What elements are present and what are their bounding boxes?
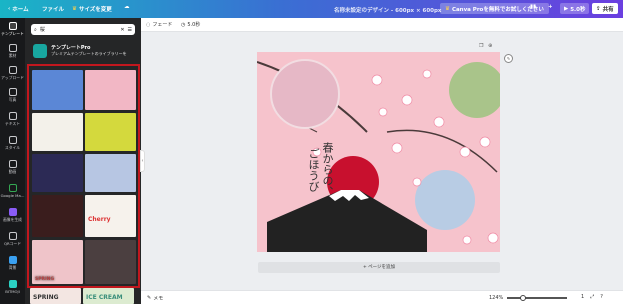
rail-item-generate[interactable]: 画像を生成 [0, 208, 25, 223]
zoom-label: 124% [489, 295, 504, 301]
pro-banner-desc: プレミアムテンプレートのライブラリーを [51, 51, 127, 56]
crown-icon: ♛ [72, 6, 77, 12]
template-thumb[interactable] [85, 70, 136, 110]
template-thumb[interactable]: SPRING [32, 240, 83, 284]
rail-item-videos[interactable]: 動画 [0, 160, 25, 175]
rail-item-templates[interactable]: テンプレート [0, 22, 25, 37]
notes-icon: ✎ [147, 295, 152, 301]
upload-icon [8, 66, 17, 74]
play-button[interactable]: ▶ 5.0秒 [560, 3, 590, 14]
page-count-icon[interactable]: 1 [581, 294, 584, 300]
top-bar: ‹ ホーム ファイル ♛ サイズを変更 ☁ 名称未設定のデザイン - 600px… [0, 0, 623, 18]
fullscreen-icon[interactable]: ⤢ [590, 294, 594, 300]
add-people-icon[interactable]: + [548, 4, 553, 10]
cloud-save-icon[interactable]: ☁ [124, 4, 130, 10]
template-thumb[interactable] [85, 113, 136, 151]
template-thumb[interactable] [32, 154, 83, 192]
clock-icon: ◷ [181, 21, 186, 28]
upload-icon: ⇪ [596, 5, 601, 12]
rail-item-styles[interactable]: スタイル [0, 136, 25, 151]
zoom-slider[interactable] [507, 295, 567, 301]
elements-icon [8, 44, 17, 52]
video-icon [8, 160, 17, 168]
help-icon[interactable]: ? [600, 294, 603, 300]
add-page-button[interactable]: + ページを追加 [258, 262, 500, 273]
home-button[interactable]: ‹ ホーム [8, 5, 29, 13]
search-input[interactable]: 桜 [40, 26, 118, 33]
template-thumb[interactable] [32, 113, 83, 151]
maps-icon [8, 184, 17, 192]
canvas-text-line1[interactable]: 春からの、 [321, 142, 334, 197]
rail-item-photos[interactable]: 写真 [0, 88, 25, 103]
template-thumb[interactable] [32, 195, 83, 237]
template-thumb[interactable] [32, 70, 83, 110]
template-grid: Cherry SPRING [27, 64, 140, 288]
generate-icon [8, 208, 17, 216]
crown-icon: ♛ [445, 5, 450, 12]
rail-item-uploads[interactable]: アップロード [0, 66, 25, 81]
play-icon: ▶ [564, 5, 569, 12]
photo-icon [8, 88, 17, 96]
left-rail: テンプレート 素材 アップロード 写真 テキスト スタイル 動画 Google … [0, 18, 25, 304]
template-thumb[interactable]: ICE CREAM [83, 288, 134, 304]
pro-banner[interactable]: テンプレートPro プレミアムテンプレートのライブラリーを [33, 42, 137, 62]
search-icon: ⌕ [34, 26, 37, 33]
template-thumb[interactable] [85, 154, 136, 192]
timer-button[interactable]: ◷ 5.0秒 [181, 21, 200, 29]
page-actions: ❐ ⊕ [479, 43, 492, 49]
file-menu[interactable]: ファイル [42, 5, 64, 13]
template-thumb[interactable] [85, 240, 136, 284]
bitmoji-icon [8, 280, 17, 288]
design-canvas[interactable]: 春からの、 ごほうび [257, 52, 500, 252]
rail-item-elements[interactable]: 素材 [0, 44, 25, 59]
search-bar[interactable]: ⌕ 桜 ✕ ☰ [31, 24, 135, 35]
style-icon [8, 136, 17, 144]
clear-icon[interactable]: ✕ [120, 27, 124, 33]
template-thumb[interactable]: SPRING [30, 288, 81, 304]
pro-banner-title: テンプレートPro [51, 45, 91, 51]
template-thumb[interactable]: Cherry [85, 195, 136, 237]
zoom-slider-knob[interactable] [519, 295, 526, 301]
notes-button[interactable]: ✎ メモ [147, 295, 163, 302]
rail-item-qr[interactable]: QRコード [0, 232, 25, 247]
rail-item-google-maps[interactable]: Google Ma... [0, 184, 25, 198]
pro-logo-icon [33, 44, 47, 58]
design-title[interactable]: 名称未設定のデザイン - 600px × 600px [334, 6, 441, 14]
canvas-artwork [257, 59, 500, 252]
rail-item-bitmoji[interactable]: BITMOJI [0, 280, 25, 294]
add-icon[interactable]: ⊕ [488, 43, 492, 49]
duplicate-icon[interactable]: ❐ [479, 43, 483, 49]
editor-toolbar: ◌ フェード ◷ 5.0秒 [141, 18, 623, 32]
filter-icon[interactable]: ☰ [128, 27, 132, 33]
comment-icon[interactable]: ✎ [504, 54, 513, 63]
rail-item-text[interactable]: テキスト [0, 112, 25, 127]
bottom-bar: ✎ メモ 124% 1 ⤢ ? [141, 290, 623, 304]
bottom-icons: 1 ⤢ ? [581, 294, 603, 300]
share-button[interactable]: ⇪ 共有 [592, 3, 618, 14]
resize-button[interactable]: ♛ サイズを変更 [72, 5, 112, 13]
rail-item-background[interactable]: 背景 [0, 256, 25, 271]
collapse-panel-handle[interactable]: ‹ [140, 150, 145, 172]
stats-icon[interactable]: ▮▮ [530, 4, 536, 10]
animate-button[interactable]: ◌ フェード [146, 21, 172, 29]
qr-icon [8, 232, 17, 240]
text-icon [8, 112, 17, 120]
template-icon [8, 22, 17, 30]
canvas-text-line2[interactable]: ごほうび [307, 148, 320, 192]
background-icon [8, 256, 17, 264]
animation-icon: ◌ [146, 21, 151, 28]
chevron-left-icon: ‹ [8, 6, 11, 12]
